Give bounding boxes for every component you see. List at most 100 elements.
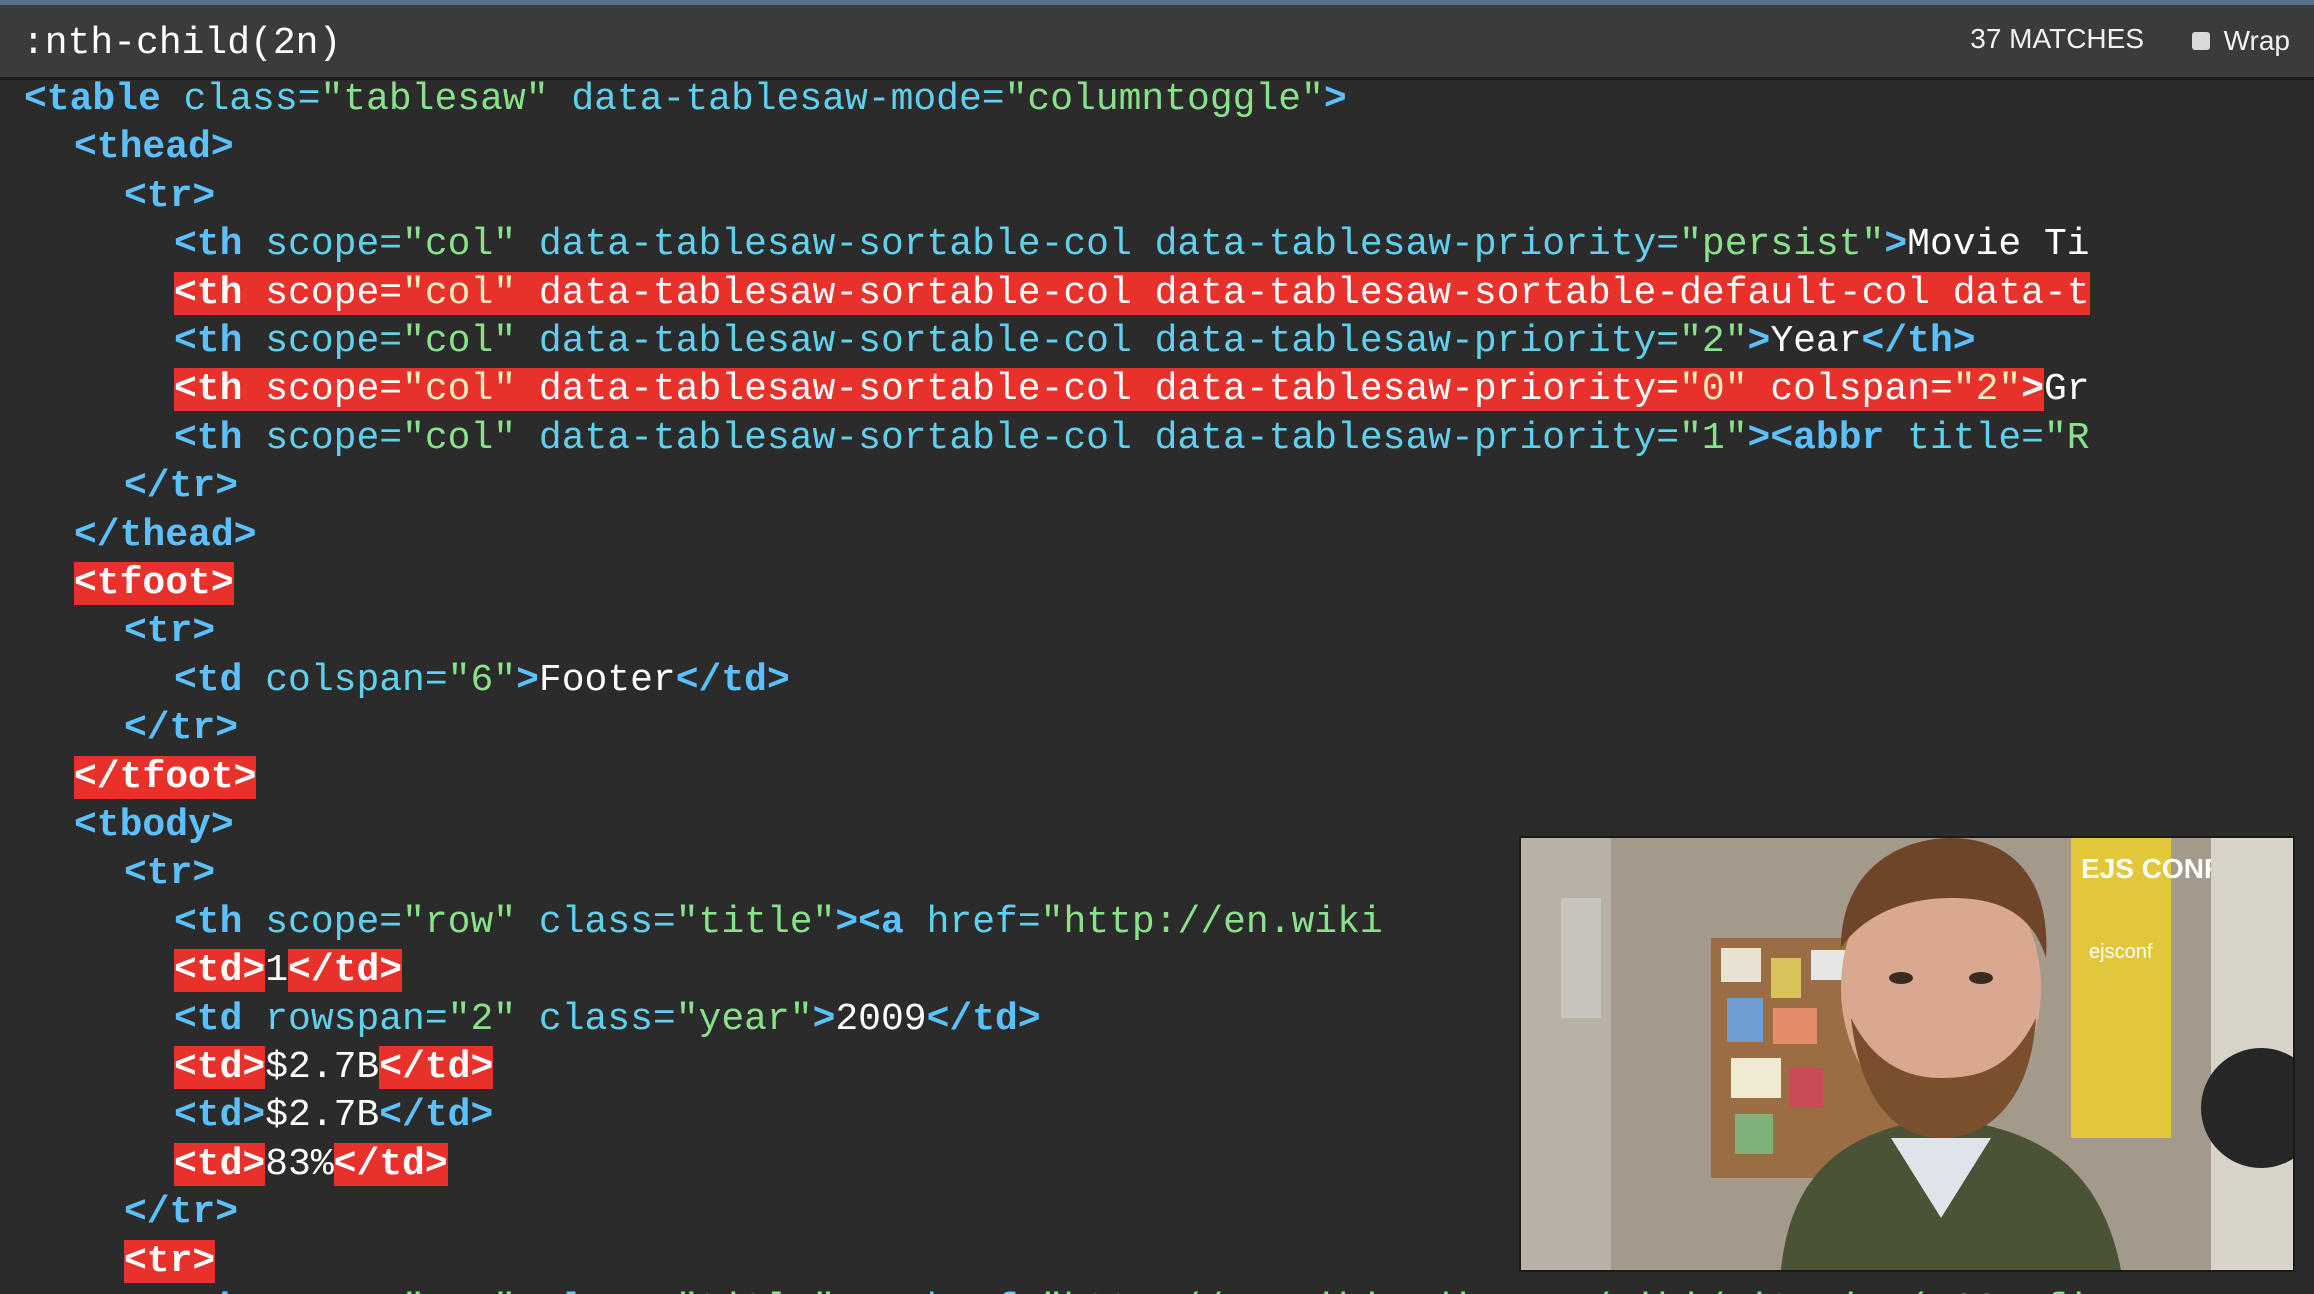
code-token: "0" — [1679, 368, 1748, 412]
match-highlight: <tfoot> — [74, 562, 234, 605]
code-line: </tr> — [124, 463, 238, 511]
code-token: "col" — [402, 320, 517, 363]
code-token: scope — [242, 271, 380, 315]
code-token: $2.7B — [265, 1046, 380, 1089]
code-segment: 83% — [265, 1143, 333, 1186]
search-bar: 37 MATCHES Wrap — [0, 0, 2314, 80]
code-token: 2009 — [835, 997, 927, 1041]
code-token: rowspan — [242, 997, 425, 1041]
code-token: </td> — [379, 1094, 494, 1138]
code-token: <th — [174, 320, 243, 363]
code-segment: 1 — [265, 949, 288, 992]
code-line: <tfoot> — [74, 560, 234, 608]
code-token: ><a — [835, 1288, 903, 1294]
code-line: </tr> — [124, 705, 238, 753]
code-segment: <th scope="col" data-tablesaw-sortable-c… — [174, 417, 2090, 460]
code-token: scope — [242, 416, 380, 460]
code-token: href — [904, 1288, 1018, 1294]
code-line: <tr> — [124, 173, 215, 221]
code-segment: <th scope="col" data-tablesaw-sortable-c… — [174, 223, 2090, 266]
code-line: <thead> — [74, 124, 234, 172]
code-token: = — [1656, 416, 1680, 460]
code-token: </thead> — [74, 513, 257, 557]
code-token: <td> — [174, 949, 266, 993]
wrap-toggle[interactable]: Wrap — [2191, 19, 2290, 63]
match-highlight: <tr> — [124, 1239, 216, 1283]
code-token: "R — [2043, 416, 2090, 460]
code-token: "col" — [402, 271, 517, 315]
match-highlight: <td> — [174, 1142, 266, 1186]
code-token: </tr> — [124, 707, 239, 751]
code-line: </tr> — [124, 1189, 238, 1237]
webcam-video: EJS CONF ejsconf — [1521, 838, 2293, 1270]
code-token: data-tablesaw-sortable-col data-tablesaw… — [516, 320, 1657, 363]
code-token: <td> — [174, 1094, 266, 1138]
code-token: = — [379, 1288, 402, 1294]
code-token: = — [652, 900, 676, 944]
code-token: 1 — [265, 949, 289, 993]
code-segment: </tr> — [124, 465, 238, 508]
code-segment: <td rowspan="2" class="year">2009</td> — [174, 998, 1041, 1041]
code-token: </td> — [379, 1046, 494, 1089]
code-token: "col" — [402, 223, 517, 267]
code-token: = — [379, 320, 403, 363]
code-token: = — [297, 80, 321, 121]
poster-subtitle: ejsconf — [2089, 941, 2153, 963]
code-line: <tr> — [124, 850, 215, 898]
code-token: "year" — [675, 997, 813, 1041]
code-token: ><a — [835, 900, 904, 944]
code-token: colspan — [1747, 368, 1930, 412]
code-token: <tr> — [124, 1239, 216, 1283]
code-token: "http://en.wiki — [1040, 900, 1383, 944]
code-token: "columntoggle" — [1004, 80, 1324, 121]
match-highlight: </td> — [379, 1046, 494, 1089]
code-token: href — [903, 900, 1018, 944]
match-highlight: <td> — [174, 949, 266, 993]
code-token: "col" — [402, 416, 517, 460]
code-token: </tr> — [124, 465, 239, 509]
code-token: = — [379, 223, 403, 267]
match-highlight: <th scope="col" data-tablesaw-sortable-c… — [174, 368, 2044, 412]
code-token: </tr> — [124, 1191, 239, 1235]
code-token: "row" — [402, 1288, 516, 1294]
code-token: = — [652, 997, 676, 1041]
code-line: <td>$2.7B</td> — [174, 1092, 493, 1140]
wrap-checkbox[interactable] — [2191, 32, 2210, 50]
code-token: <table — [24, 80, 161, 121]
code-line: <tr> — [124, 1238, 216, 1286]
selector-search-input[interactable] — [10, 15, 2314, 71]
code-token: = — [981, 80, 1005, 121]
code-token: class — [516, 997, 653, 1041]
code-token: = — [379, 368, 403, 412]
code-token: = — [653, 1288, 676, 1294]
code-segment: <th scope="row" class="title"><a href="h… — [174, 1288, 2090, 1294]
code-token: = — [1017, 900, 1041, 944]
code-token: <td — [174, 997, 243, 1041]
code-token: </tfoot> — [74, 755, 257, 799]
code-segment: <td colspan="6">Footer</td> — [174, 659, 790, 702]
code-token: <th — [174, 416, 243, 460]
match-count: 37 MATCHES — [1970, 23, 2144, 54]
code-token: <tfoot> — [74, 562, 234, 605]
match-highlight: <th scope="col" data-tablesaw-sortable-c… — [174, 271, 2090, 315]
code-token: "2" — [1679, 320, 1748, 363]
code-token: > — [516, 658, 539, 702]
code-text: Gr — [2044, 368, 2090, 412]
code-token: <td — [174, 658, 243, 702]
poster-title: EJS CONF — [2081, 853, 2221, 884]
match-highlight: </tfoot> — [74, 755, 257, 799]
code-token: scope — [242, 223, 380, 267]
code-segment: <tr> — [124, 610, 215, 653]
code-token: <th — [174, 271, 243, 315]
code-token: = — [1656, 368, 1680, 412]
code-token: "http://en.wikipedia.org/wiki/Titanic_(1… — [1041, 1288, 2090, 1294]
code-line: </thead> — [74, 512, 256, 560]
code-token: > — [812, 997, 836, 1041]
code-token: scope — [242, 368, 380, 412]
code-segment: <thead> — [74, 126, 234, 169]
code-token: <td> — [174, 1046, 266, 1089]
code-token: Movie Ti — [1907, 223, 2090, 267]
code-token: data-tablesaw-sortable-col data-tablesaw… — [516, 223, 1657, 267]
code-token: "2" — [447, 997, 517, 1041]
code-token: = — [379, 900, 403, 944]
